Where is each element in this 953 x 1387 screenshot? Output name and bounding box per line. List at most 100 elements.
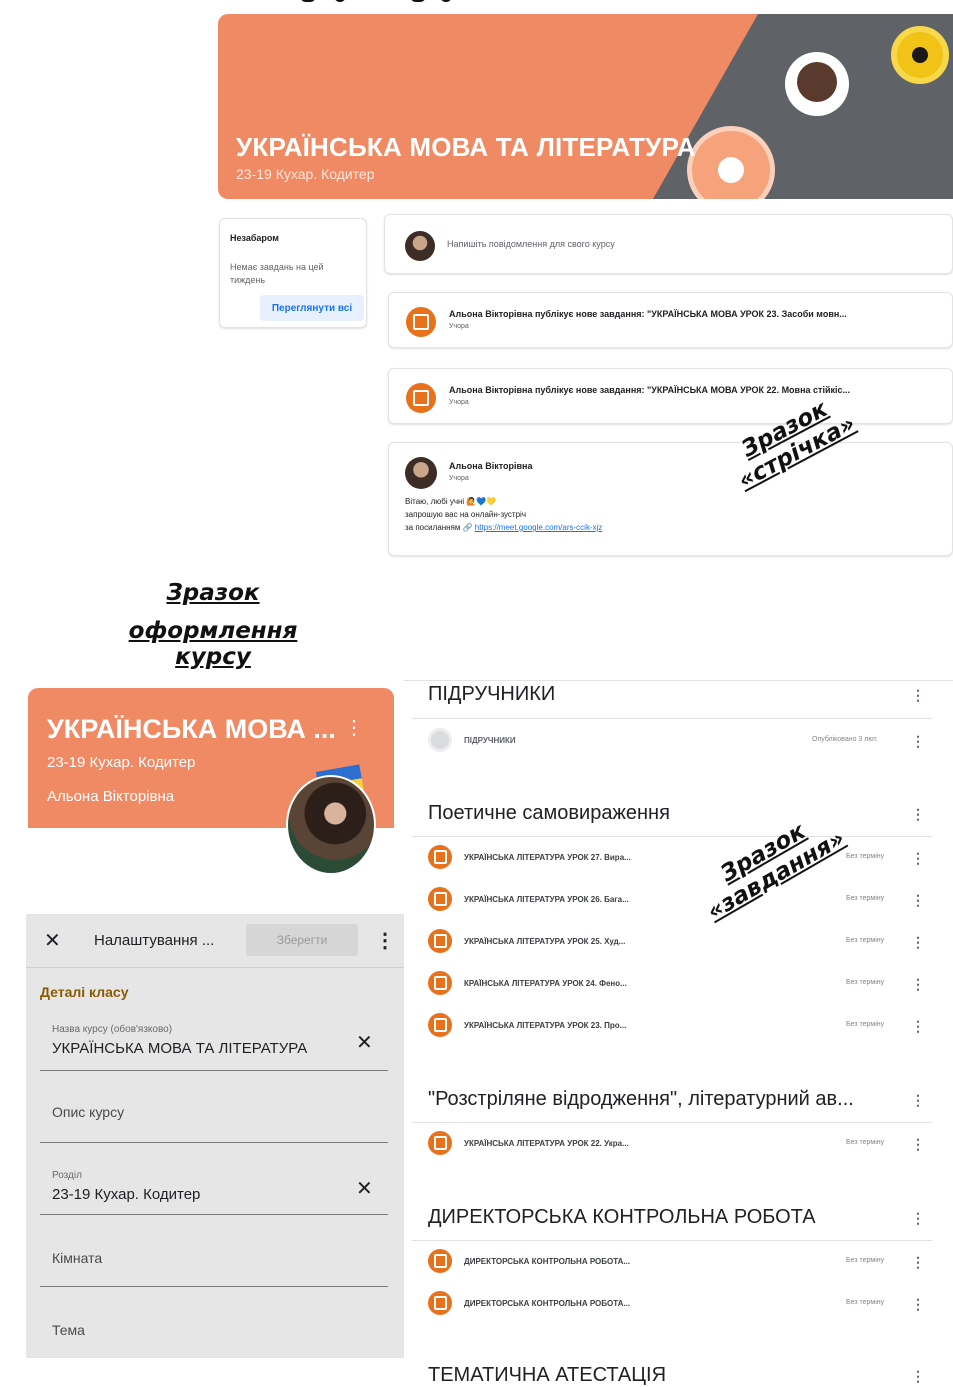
material-status: Опубліковано 3 лют.	[812, 736, 878, 743]
close-icon[interactable]: ✕	[44, 928, 61, 953]
due-status: Без терміну	[846, 853, 885, 860]
post-text: Альона Вікторівна публікує нове завдання…	[449, 309, 847, 319]
clear-icon[interactable]: ✕	[356, 1176, 373, 1201]
room-field[interactable]: Кімната	[52, 1250, 102, 1266]
more-vert-icon[interactable]: ⋮	[911, 1019, 925, 1033]
topic-title: ТЕМАТИЧНА АТЕСТАЦІЯ	[428, 1364, 667, 1386]
mobile-course-section: 23-19 Кухар. Кодитер	[47, 754, 196, 771]
assignment-title[interactable]: ДИРЕКТОРСЬКА КОНТРОЛЬНА РОБОТА...	[464, 1299, 630, 1308]
assignment-icon	[428, 1291, 452, 1315]
more-vert-icon[interactable]: ⋮	[911, 1137, 925, 1151]
due-status: Без терміну	[846, 979, 885, 986]
field-underline	[40, 1070, 388, 1071]
view-all-button[interactable]: Переглянути всі	[260, 295, 364, 321]
divider	[412, 836, 932, 837]
assignment-icon	[428, 929, 452, 953]
assignment-title[interactable]: ДИРЕКТОРСЬКА КОНТРОЛЬНА РОБОТА...	[464, 1257, 630, 1266]
more-vert-icon[interactable]: ⋮	[911, 851, 925, 865]
more-vert-icon[interactable]: ⋮	[911, 935, 925, 949]
topic-title: "Розстріляне відродження", літературний …	[428, 1088, 854, 1110]
due-status: Без терміну	[846, 1021, 885, 1028]
teacher-photo	[286, 775, 376, 875]
announcement-body: Вітаю, любі учні 🙋💙💛 запрошую вас на онл…	[405, 495, 602, 534]
course-name-field[interactable]: УКРАЇНСЬКА МОВА ТА ЛІТЕРАТУРА	[52, 1040, 307, 1057]
divider	[412, 1240, 932, 1241]
assignment-icon	[428, 1131, 452, 1155]
meet-link[interactable]: https://meet.google.com/ars-ccik-xjz	[475, 523, 603, 532]
more-vert-icon[interactable]: ⋮	[911, 1297, 925, 1311]
sample-label-line: Зразок	[166, 580, 260, 606]
more-vert-icon[interactable]: ⋮	[344, 718, 364, 738]
more-vert-icon[interactable]: ⋮	[911, 893, 925, 907]
due-status: Без терміну	[846, 1257, 885, 1264]
divider	[404, 680, 953, 681]
assignment-title[interactable]: УКРАЇНСЬКА ЛІТЕРАТУРА УРОК 22. Укра...	[464, 1139, 629, 1148]
section-label: Розділ	[52, 1170, 82, 1181]
topic-title: ДИРЕКТОРСЬКА КОНТРОЛЬНА РОБОТА	[428, 1206, 816, 1228]
field-underline	[40, 1214, 388, 1215]
clear-icon[interactable]: ✕	[356, 1030, 373, 1055]
more-vert-icon[interactable]: ⋮	[911, 1211, 925, 1225]
more-vert-icon[interactable]: ⋮	[375, 928, 395, 953]
more-vert-icon[interactable]: ⋮	[911, 977, 925, 991]
save-button[interactable]: Зберегти	[246, 924, 358, 956]
assignment-post[interactable]: Альона Вікторівна публікує нове завдання…	[388, 292, 953, 348]
avatar	[405, 231, 435, 261]
course-name-label: Назва курсу (обов'язково)	[52, 1024, 173, 1035]
post-time: Учора	[449, 323, 469, 330]
topic-title: Поетичне самовираження	[428, 802, 670, 824]
announcement-line: за посиланням 🔗 https://meet.google.com/…	[405, 521, 602, 534]
course-title: УКРАЇНСЬКА МОВА ТА ЛІТЕРАТУРА	[236, 132, 696, 162]
assignment-icon	[428, 971, 452, 995]
due-status: Без терміну	[846, 895, 885, 902]
assignment-title[interactable]: УКРАЇНСЬКА ЛІТЕРАТУРА УРОК 25. Худ...	[464, 937, 625, 946]
teacher-name: Альона Вікторівна	[47, 788, 175, 805]
more-vert-icon[interactable]: ⋮	[911, 807, 925, 821]
course-sample-label: Зразок оформлення курсу	[88, 580, 338, 670]
assignment-title[interactable]: УКРАЇНСЬКА ЛІТЕРАТУРА УРОК 23. Про...	[464, 1021, 626, 1030]
more-vert-icon[interactable]: ⋮	[911, 688, 925, 702]
subject-field[interactable]: Тема	[52, 1322, 85, 1338]
upcoming-text: Немає завдань на цей тиждень	[230, 262, 324, 285]
assignment-title[interactable]: УКРАЇНСЬКА ЛІТЕРАТУРА УРОК 26. Бага...	[464, 895, 629, 904]
coffee-cup-illustration	[785, 52, 849, 116]
post-text: Альона Вікторівна публікує нове завдання…	[449, 385, 850, 395]
announcement-time: Учора	[449, 475, 469, 482]
assignment-post[interactable]: Альона Вікторівна публікує нове завдання…	[388, 368, 953, 424]
class-details-header: Деталі класу	[40, 984, 129, 1000]
more-vert-icon[interactable]: ⋮	[911, 1093, 925, 1107]
announcement-post[interactable]: Альона Вікторівна Учора Вітаю, любі учні…	[388, 442, 953, 556]
class-settings-panel: ✕ Налаштування ... Зберегти ⋮ Деталі кла…	[26, 914, 404, 1358]
topic-title: ПІДРУЧНИКИ	[428, 683, 556, 705]
announcement-line: запрошую вас на онлайн-зустріч	[405, 510, 526, 519]
due-status: Без терміну	[846, 1299, 885, 1306]
assignment-title[interactable]: УКРАЇНСЬКА ЛІТЕРАТУРА УРОК 27. Вира...	[464, 853, 631, 862]
assignment-icon	[428, 845, 452, 869]
more-vert-icon[interactable]: ⋮	[911, 1369, 925, 1383]
more-vert-icon[interactable]: ⋮	[911, 734, 925, 748]
due-status: Без терміну	[846, 1139, 885, 1146]
field-underline	[40, 1286, 388, 1287]
course-section: 23-19 Кухар. Кодитер	[236, 166, 375, 182]
assignment-icon	[428, 1013, 452, 1037]
divider	[412, 718, 932, 719]
classwork-sample-label: Зразок «завдання»	[690, 803, 849, 925]
upcoming-title: Незабаром	[230, 233, 279, 243]
assignment-title[interactable]: КРАЇНСЬКА ЛІТЕРАТУРА УРОК 24. Фено...	[464, 979, 627, 988]
divider	[412, 1122, 932, 1123]
announcement-author: Альона Вікторівна	[449, 461, 533, 471]
compose-input[interactable]: Напишіть повідомлення для свого курсу	[447, 239, 615, 249]
cropped-heading-fragment	[300, 0, 480, 10]
upcoming-card: Незабаром Немає завдань на цей тиждень П…	[219, 218, 367, 328]
material-text[interactable]: ПІДРУЧНИКИ	[464, 736, 516, 745]
assignment-icon	[428, 887, 452, 911]
section-field[interactable]: 23-19 Кухар. Кодитер	[52, 1186, 200, 1203]
course-description-field[interactable]: Опис курсу	[52, 1104, 124, 1120]
settings-title: Налаштування ...	[94, 932, 215, 949]
compose-card[interactable]: Напишіть повідомлення для свого курсу	[384, 214, 953, 274]
course-banner: УКРАЇНСЬКА МОВА ТА ЛІТЕРАТУРА 23-19 Куха…	[218, 14, 953, 199]
material-icon	[428, 728, 452, 752]
sample-label-line: оформлення курсу	[128, 618, 298, 670]
assignment-icon	[406, 383, 436, 413]
more-vert-icon[interactable]: ⋮	[911, 1255, 925, 1269]
